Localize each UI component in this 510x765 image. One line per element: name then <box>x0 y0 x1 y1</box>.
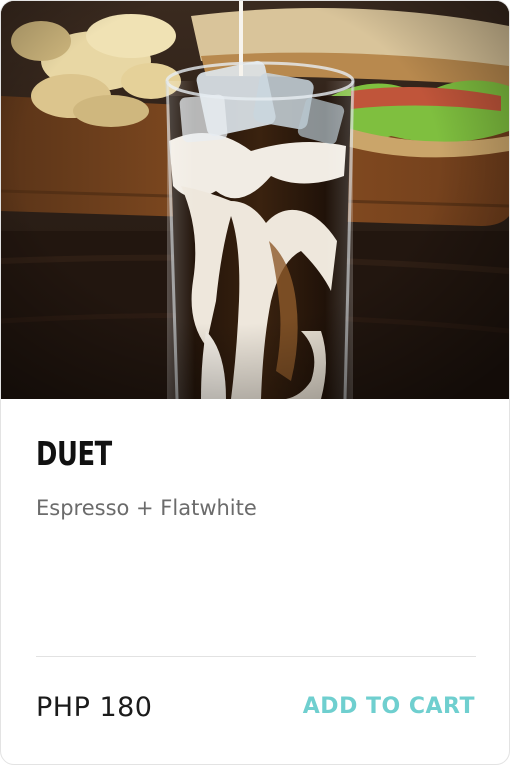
add-to-cart-button[interactable]: ADD TO CART <box>303 693 475 722</box>
product-price: PHP 180 <box>36 692 153 723</box>
product-title: DUET <box>36 434 112 473</box>
product-card[interactable]: DUET Espresso + Flatwhite PHP 180 ADD TO… <box>0 0 510 765</box>
product-photo <box>1 1 509 399</box>
product-description: Espresso + Flatwhite <box>36 496 257 520</box>
divider <box>36 656 476 657</box>
